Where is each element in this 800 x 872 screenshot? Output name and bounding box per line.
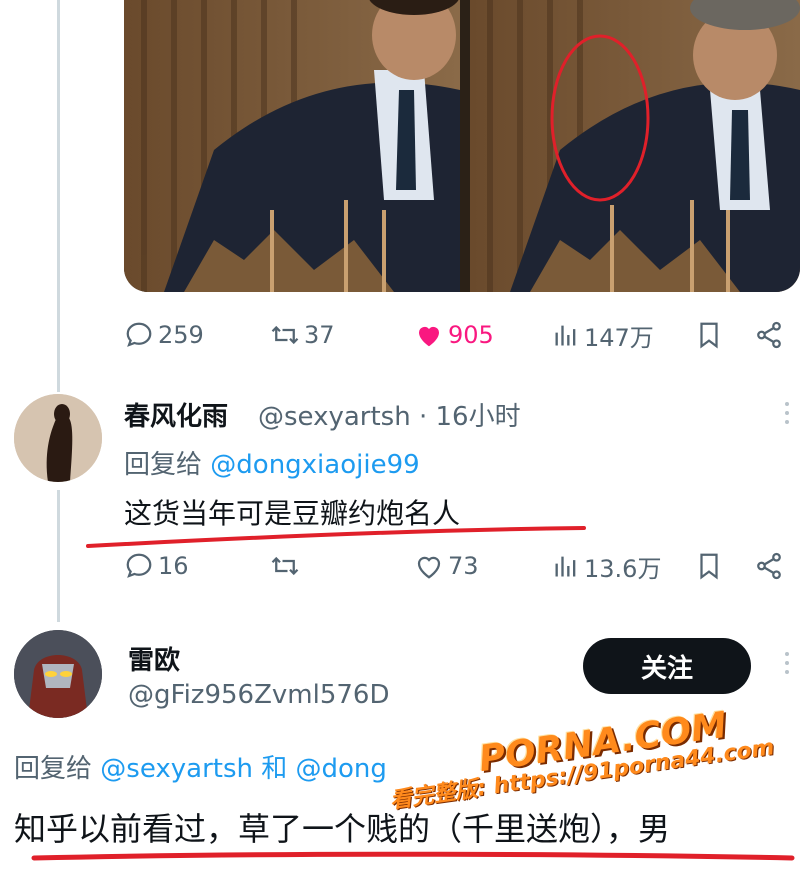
reply1-author-handle[interactable]: @sexyartsh · 16小时 — [258, 396, 521, 433]
like-count: 905 — [448, 321, 494, 349]
views-icon — [555, 325, 576, 346]
reply1-author-name[interactable]: 春风化雨 — [124, 396, 228, 433]
tweet-action-bar: 259 37 905 147万 — [124, 315, 800, 355]
reply-count: 16 — [158, 552, 189, 580]
avatar[interactable] — [14, 394, 102, 482]
reply2-author-name[interactable]: 雷欧 — [128, 640, 180, 677]
heart-icon — [417, 556, 441, 579]
share-button[interactable] — [754, 315, 784, 355]
reply-button[interactable]: 16 — [124, 546, 189, 586]
underline-reply2 — [31, 851, 795, 861]
follow-button[interactable]: 关注 — [583, 638, 751, 694]
watermark-site-text: 看完整版: https://91porna44.com — [388, 735, 776, 814]
reply2-author-handle[interactable]: @gFiz956Zvml576D — [128, 680, 389, 710]
reply-to-mention-link[interactable]: @dongxiaojie99 — [210, 450, 419, 480]
reply1-action-bar: 16 73 13.6万 — [124, 546, 800, 586]
media-photo-right[interactable] — [470, 0, 800, 292]
retweet-icon — [271, 556, 299, 576]
reply-button[interactable]: 259 — [124, 315, 204, 355]
reply2-more-icon[interactable] — [785, 652, 791, 679]
views-button[interactable]: 147万 — [552, 315, 654, 355]
media-photo-left[interactable] — [124, 0, 460, 292]
reply2-reply-to: 回复给 @sexyartsh 和 @dong — [14, 748, 387, 785]
reply1-text: 这货当年可是豆瓣约炮名人 — [124, 497, 461, 530]
reply-icon — [126, 553, 152, 578]
views-icon — [555, 556, 576, 577]
like-count: 73 — [448, 552, 479, 580]
views-count: 147万 — [584, 323, 654, 352]
watermark-logo: PORNA.COM — [476, 704, 730, 781]
bookmark-icon — [700, 553, 718, 580]
retweet-button[interactable] — [270, 546, 304, 586]
retweet-count: 37 — [304, 321, 335, 349]
reply-icon — [126, 322, 152, 347]
reply1-more-icon[interactable] — [785, 402, 791, 429]
share-icon — [757, 552, 781, 580]
share-icon — [757, 321, 781, 349]
views-button[interactable]: 13.6万 — [552, 546, 661, 586]
reply-to-mentions-link[interactable]: @sexyartsh 和 @dong — [100, 754, 387, 784]
thread-line-top — [57, 0, 60, 392]
bookmark-icon — [700, 322, 718, 349]
reply2-text: 知乎以前看过，草了一个贱的（千里送炮），男 — [14, 810, 671, 848]
retweet-icon — [271, 325, 299, 345]
reply-to-prefix: 回复给 — [14, 754, 93, 784]
reply-count: 259 — [158, 321, 204, 349]
tweet-media[interactable] — [124, 0, 800, 292]
thread-line-middle — [57, 490, 60, 622]
share-button[interactable] — [754, 546, 784, 586]
retweet-button[interactable]: 37 — [270, 315, 335, 355]
reply1-reply-to: 回复给 @dongxiaojie99 — [124, 444, 420, 481]
avatar[interactable] — [14, 630, 102, 718]
bookmark-button[interactable] — [694, 546, 724, 586]
heart-icon — [419, 326, 439, 347]
like-button[interactable]: 73 — [414, 546, 479, 586]
views-count: 13.6万 — [584, 554, 662, 583]
reply-to-prefix: 回复给 — [124, 450, 203, 480]
like-button[interactable]: 905 — [414, 315, 494, 355]
bookmark-button[interactable] — [694, 315, 724, 355]
